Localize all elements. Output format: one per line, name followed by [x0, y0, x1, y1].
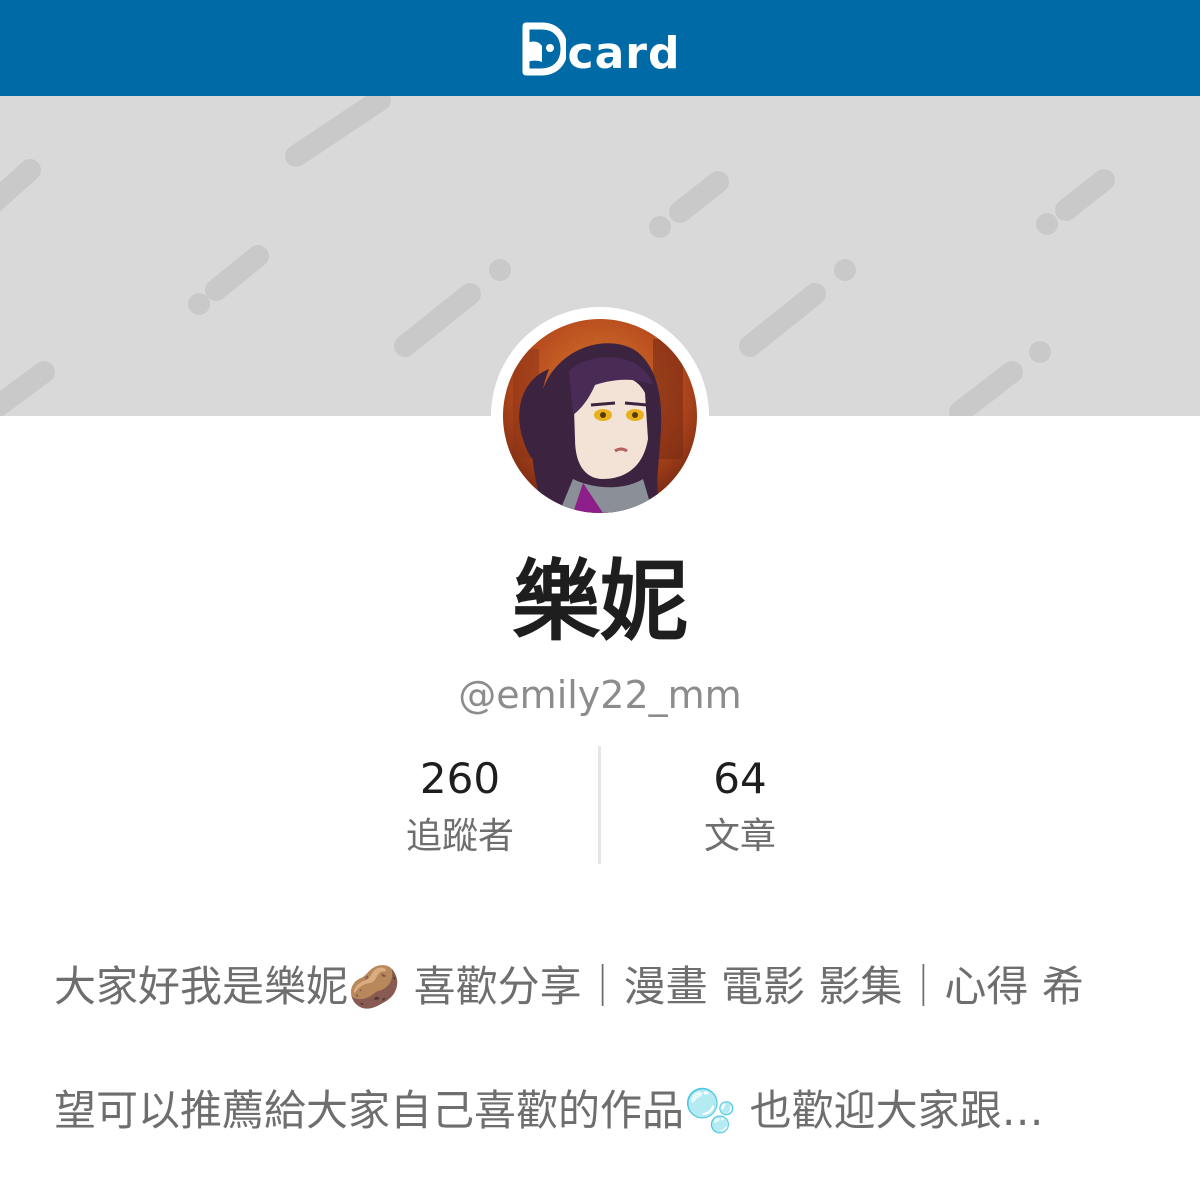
posts-stat[interactable]: 64 文章 [620, 746, 860, 862]
profile-stats: 260 追蹤者 64 文章 [0, 746, 1200, 864]
bio-line-2: 望可以推薦給大家自己喜歡的作品🫧 也歡迎大家跟… [54, 1086, 1044, 1135]
avatar[interactable] [503, 319, 697, 513]
followers-label: 追蹤者 [405, 816, 514, 857]
brand-name: card [567, 28, 681, 79]
stats-divider [598, 746, 601, 864]
anime-girl-avatar-icon [503, 319, 697, 513]
top-navbar: card [0, 0, 1200, 96]
profile-bio[interactable]: 大家好我是樂妮🥔 喜歡分享｜漫畫 電影 影集｜心得 希 望可以推薦給大家自己喜歡… [54, 894, 1154, 1204]
followers-count: 260 [419, 754, 501, 803]
dcard-logo[interactable]: card [520, 18, 681, 78]
dcard-logo-icon [522, 22, 566, 76]
posts-count: 64 [713, 754, 767, 803]
followers-stat[interactable]: 260 追蹤者 [340, 746, 580, 862]
bio-line-1: 大家好我是樂妮🥔 喜歡分享｜漫畫 電影 影集｜心得 希 [54, 962, 1084, 1011]
profile-username: @emily22_mm [458, 673, 742, 717]
posts-label: 文章 [703, 816, 776, 857]
profile-display-name: 樂妮 [511, 550, 688, 653]
